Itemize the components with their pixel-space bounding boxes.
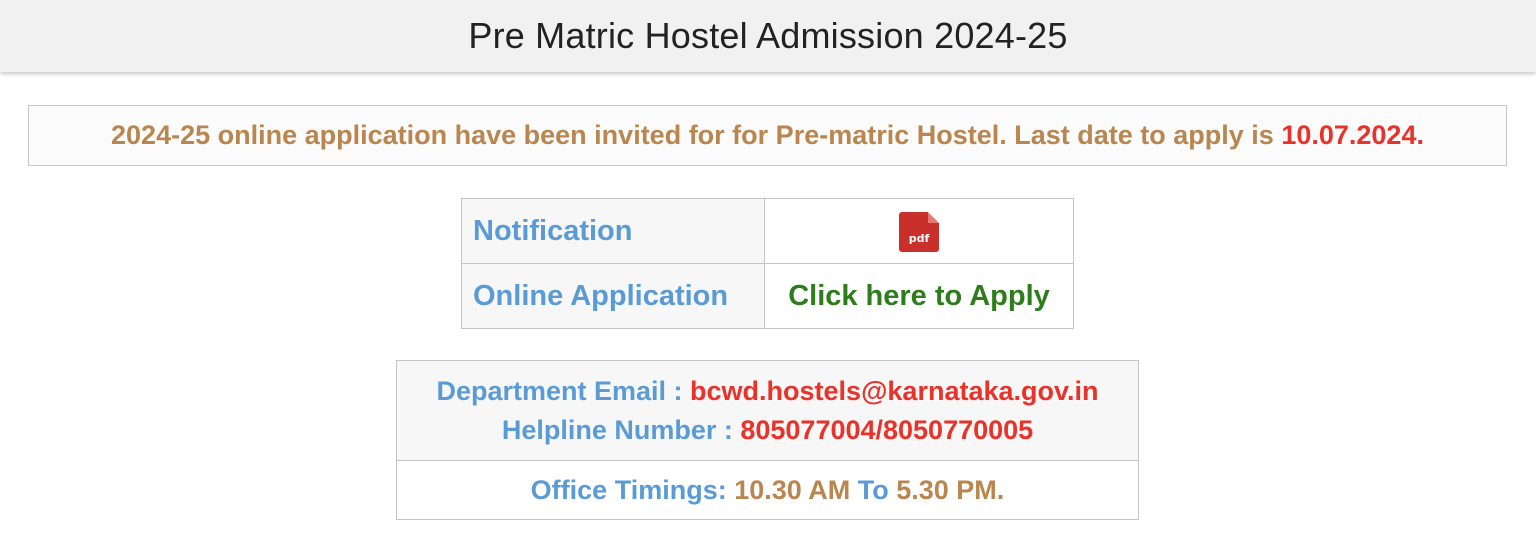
online-application-label: Online Application bbox=[461, 263, 765, 329]
table-row: Office Timings: 10.30 AM To 5.30 PM. bbox=[396, 460, 1139, 520]
table-row: Department Email : bcwd.hostels@karnatak… bbox=[396, 360, 1139, 461]
notification-label: Notification bbox=[461, 198, 765, 264]
contact-table: Department Email : bcwd.hostels@karnatak… bbox=[396, 360, 1139, 520]
helpline-number: 805077004/8050770005 bbox=[740, 414, 1034, 445]
time-separator: To bbox=[850, 474, 897, 505]
page-header: Pre Matric Hostel Admission 2024-25 bbox=[0, 0, 1536, 72]
contact-info-cell: Department Email : bcwd.hostels@karnatak… bbox=[396, 360, 1139, 461]
pdf-file-icon[interactable]: pdf bbox=[899, 212, 939, 252]
notification-cell: pdf bbox=[764, 198, 1074, 264]
admission-notice: 2024-25 online application have been inv… bbox=[28, 105, 1507, 166]
department-email[interactable]: bcwd.hostels@karnataka.gov.in bbox=[690, 376, 1098, 406]
apply-link[interactable]: Click here to Apply bbox=[764, 263, 1074, 329]
notice-text: 2024-25 online application have been inv… bbox=[111, 120, 1282, 150]
links-table: Notification pdf Online Application Clic… bbox=[461, 198, 1074, 329]
table-row: Online Application Click here to Apply bbox=[461, 263, 1074, 329]
time-start: 10.30 AM bbox=[734, 474, 851, 505]
helpline-line: Helpline Number : 805077004/8050770005 bbox=[397, 411, 1138, 450]
email-line: Department Email : bcwd.hostels@karnatak… bbox=[397, 372, 1138, 411]
timings-label: Office Timings: bbox=[530, 474, 735, 505]
email-label: Department Email : bbox=[436, 375, 691, 406]
time-end: 5.30 PM. bbox=[896, 474, 1005, 505]
helpline-label: Helpline Number : bbox=[501, 414, 741, 445]
office-timings-cell: Office Timings: 10.30 AM To 5.30 PM. bbox=[396, 460, 1139, 520]
pdf-icon-text: pdf bbox=[908, 232, 930, 245]
page-title: Pre Matric Hostel Admission 2024-25 bbox=[468, 15, 1068, 56]
table-row: Notification pdf bbox=[461, 198, 1074, 264]
notice-last-date: 10.07.2024. bbox=[1281, 120, 1424, 150]
